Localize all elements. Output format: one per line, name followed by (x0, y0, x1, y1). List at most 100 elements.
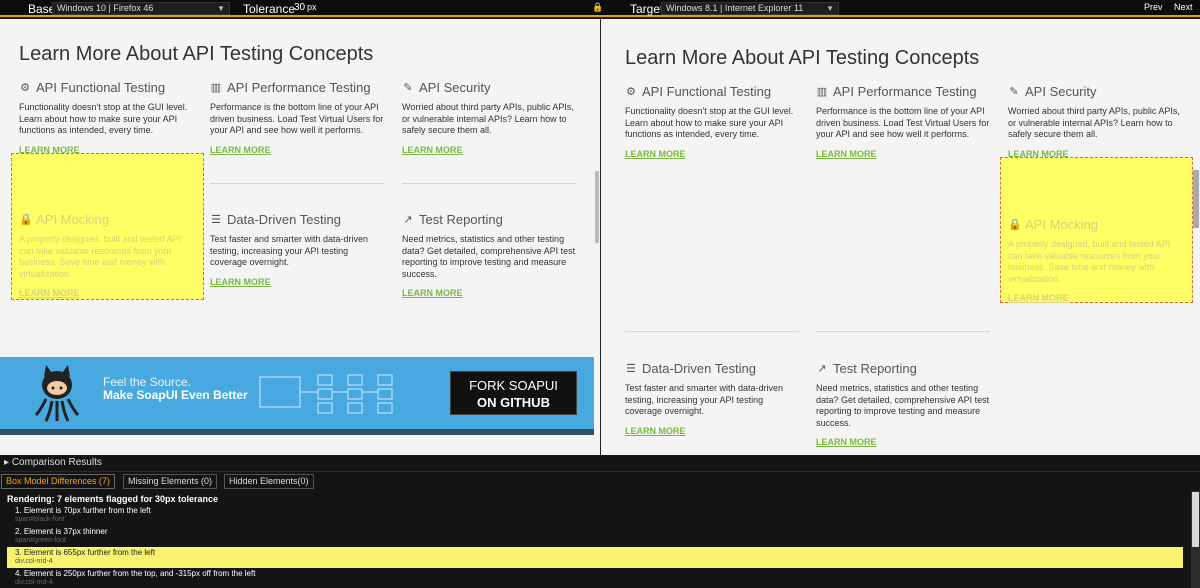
result-selector: span#black-font (15, 516, 65, 523)
result-item[interactable]: 2. Element is 37px thinner span#green-fo… (7, 526, 1183, 547)
octocat-icon (34, 365, 80, 422)
card-test-reporting: ↗ Test Reporting Need metrics, statistics… (402, 212, 578, 298)
card-title: API Performance Testing (227, 80, 371, 95)
card-description: Worried about third party APIs, public A… (402, 102, 574, 135)
card-title: API Mocking (36, 212, 109, 227)
learn-more-link[interactable]: LEARN MORE (19, 288, 195, 298)
tab-missing-elements[interactable]: Missing Elements (0) (123, 474, 218, 489)
learn-more-link[interactable]: LEARN MORE (1008, 293, 1184, 303)
caret-right-icon: ▸ (4, 457, 10, 468)
base-browser-select[interactable]: Windows 10 | Firefox 46 ▼ (52, 2, 230, 15)
tolerance-unit: px (307, 2, 317, 12)
gears-icon: ⚙ (20, 81, 30, 94)
card-description: Worried about third party APIs, public A… (1008, 106, 1180, 139)
page-heading: Learn More About API Testing Concepts (625, 47, 980, 69)
magic-wand-icon: ✎ (1009, 85, 1019, 98)
fork-line-1: FORK SOAPUI (469, 378, 558, 393)
tolerance-input[interactable]: 30 (294, 2, 305, 13)
page-heading: Learn More About API Testing Concepts (19, 43, 374, 65)
result-message: 1. Element is 70px further from the left (15, 506, 151, 515)
line-chart-icon: ↗ (817, 362, 827, 375)
result-item-selected[interactable]: 3. Element is 655px further from the lef… (7, 547, 1183, 568)
scrollbar[interactable] (1193, 170, 1199, 228)
results-header[interactable]: ▸ Comparison Results (0, 455, 1200, 472)
tab-box-model-differences[interactable]: Box Model Differences (7) (1, 474, 115, 489)
card-api-functional: ⚙ API Functional Testing Functionality do… (19, 80, 195, 155)
card-title: API Functional Testing (36, 80, 166, 95)
gears-icon: ⚙ (626, 85, 636, 98)
learn-more-link[interactable]: LEARN MORE (625, 149, 801, 159)
base-browser-value: Windows 10 | Firefox 46 (57, 3, 154, 13)
scrollbar[interactable] (595, 171, 599, 243)
card-description: Functionality doesn't stop at the GUI le… (19, 102, 188, 135)
card-api-functional: ⚙ API Functional Testing Functionality do… (625, 84, 801, 159)
card-title: Test Reporting (419, 212, 503, 227)
tab-hidden-elements[interactable]: Hidden Elements(0) (224, 474, 314, 489)
result-message: 2. Element is 37px thinner (15, 527, 108, 536)
result-selector: span#green-font (15, 537, 66, 544)
lock-icon[interactable]: 🔒 (592, 2, 603, 13)
result-selector: div.col-md-4 (15, 579, 53, 586)
fork-on-github-button[interactable]: FORK SOAPUI ON GITHUB (450, 371, 577, 415)
results-title: Comparison Results (11, 457, 102, 468)
card-title: API Mocking (1025, 217, 1098, 232)
prev-button[interactable]: Prev (1144, 2, 1163, 12)
fork-line-2: ON GITHUB (477, 395, 550, 410)
github-banner: Feel the Source. Make SoapUI Even Better… (0, 357, 594, 435)
card-title: Data-Driven Testing (227, 212, 341, 227)
learn-more-link[interactable]: LEARN MORE (210, 145, 386, 155)
bar-chart-icon: ▥ (210, 81, 222, 94)
divider (625, 331, 799, 332)
card-description: Need metrics, statistics and other testi… (402, 234, 576, 279)
target-screenshot-pane: Learn More About API Testing Concepts ⚙ A… (601, 19, 1200, 455)
result-message: 3. Element is 655px further from the lef… (15, 548, 156, 557)
result-message: 4. Element is 250px further from the top… (15, 569, 256, 578)
card-description: Performance is the bottom line of your A… (816, 106, 990, 139)
database-icon: ☰ (626, 362, 636, 375)
comparison-results-panel: ▸ Comparison Results Box Model Differenc… (0, 455, 1200, 588)
learn-more-link[interactable]: LEARN MORE (816, 149, 992, 159)
line-chart-icon: ↗ (403, 213, 413, 226)
learn-more-link[interactable]: LEARN MORE (210, 277, 386, 287)
card-api-mocking: 🔒 API Mocking A properly designed, built … (1008, 217, 1184, 303)
card-api-mocking: 🔒 API Mocking A properly designed, built … (19, 212, 195, 298)
card-data-driven: ☰ Data-Driven Testing Test faster and sma… (625, 361, 801, 436)
card-api-performance: ▥ API Performance Testing Performance is … (816, 84, 992, 159)
card-title: Data-Driven Testing (642, 361, 756, 376)
card-title: API Functional Testing (642, 84, 772, 99)
target-browser-select[interactable]: Windows 8.1 | Internet Explorer 11 ▼ (661, 2, 839, 15)
learn-more-link[interactable]: LEARN MORE (402, 145, 578, 155)
comparison-toolbar: Base Windows 10 | Firefox 46 ▼ Tolerance… (0, 0, 1200, 17)
card-description: Functionality doesn't stop at the GUI le… (625, 106, 794, 139)
card-api-security: ✎ API Security Worried about third party … (402, 80, 578, 155)
flow-diagram-icon (259, 374, 393, 414)
tolerance-label: Tolerance (243, 2, 296, 16)
learn-more-link[interactable]: LEARN MORE (625, 426, 801, 436)
divider (816, 331, 990, 332)
chevron-down-icon: ▼ (826, 4, 834, 13)
card-description: A properly designed, built and tested AP… (19, 234, 182, 279)
learn-more-link[interactable]: LEARN MORE (402, 288, 578, 298)
result-item[interactable]: 1. Element is 70px further from the left… (7, 505, 1183, 526)
card-title: API Security (419, 80, 491, 95)
database-icon: ☰ (211, 213, 221, 226)
banner-stripe (0, 429, 594, 435)
card-api-security: ✎ API Security Worried about third party … (1008, 84, 1184, 159)
next-button[interactable]: Next (1174, 2, 1193, 12)
base-screenshot-pane: Learn More About API Testing Concepts ⚙ A… (0, 19, 600, 455)
card-description: Performance is the bottom line of your A… (210, 102, 384, 135)
divider (210, 183, 384, 184)
results-scrollbar[interactable] (1191, 491, 1200, 588)
learn-more-link[interactable]: LEARN MORE (816, 437, 992, 447)
result-selector: div.col-md-4 (15, 558, 53, 565)
card-api-performance: ▥ API Performance Testing Performance is … (210, 80, 386, 155)
card-title: API Security (1025, 84, 1097, 99)
card-test-reporting: ↗ Test Reporting Need metrics, statistics… (816, 361, 992, 447)
results-summary: Rendering: 7 elements flagged for 30px t… (7, 494, 219, 504)
card-description: Test faster and smarter with data-driven… (210, 234, 369, 267)
lock-icon: 🔒 (1008, 218, 1022, 231)
bar-chart-icon: ▥ (816, 85, 828, 98)
scrollbar-thumb[interactable] (1192, 492, 1199, 547)
chevron-down-icon: ▼ (217, 4, 225, 13)
result-item[interactable]: 4. Element is 250px further from the top… (7, 568, 1183, 588)
